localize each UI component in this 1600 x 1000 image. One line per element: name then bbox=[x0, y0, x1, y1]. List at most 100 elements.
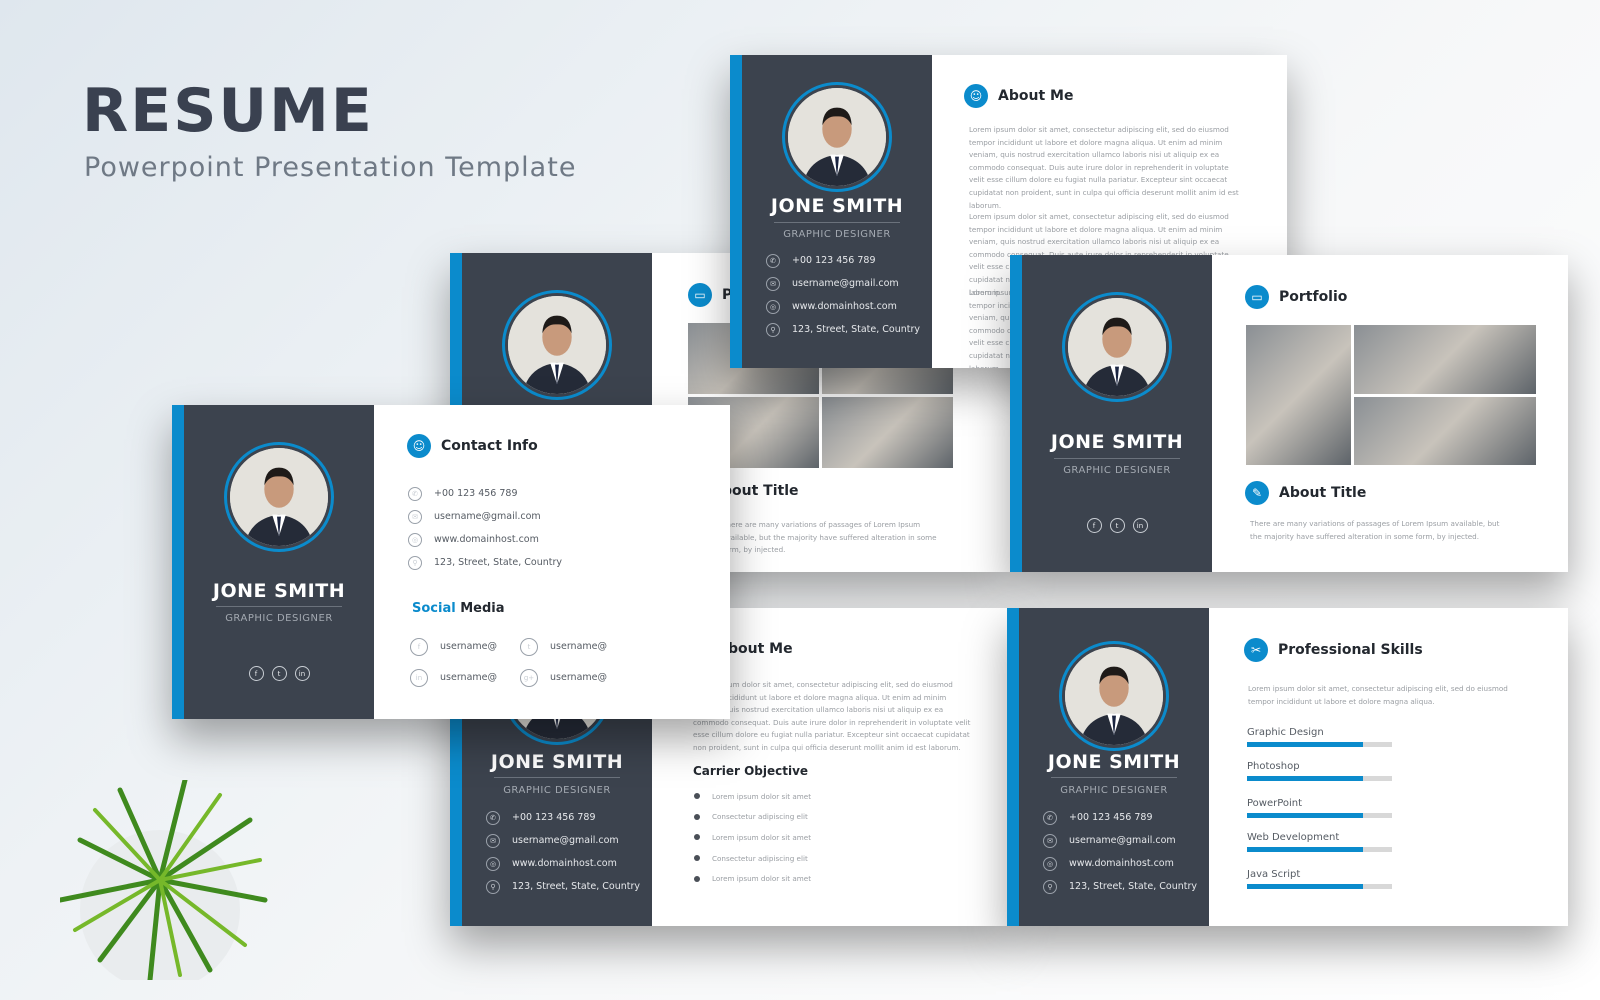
phone-text: +00 123 456 789 bbox=[434, 488, 518, 499]
skills-paragraph: Lorem ipsum dolor sit amet, consectetur … bbox=[1248, 684, 1508, 706]
skill-bar bbox=[1247, 813, 1392, 818]
linkedin-icon[interactable]: in bbox=[410, 668, 428, 687]
skill-powerpoint: PowerPoint bbox=[1247, 798, 1392, 818]
web-text: www.domainhost.com bbox=[512, 858, 617, 869]
skill-photoshop: Photoshop bbox=[1247, 761, 1392, 781]
facebook-icon[interactable]: f bbox=[410, 637, 428, 656]
tools-icon: ✂ bbox=[1244, 638, 1268, 662]
skill-graphic-design: Graphic Design bbox=[1247, 727, 1392, 747]
twitter-icon[interactable]: t bbox=[271, 666, 287, 681]
person-role: GRAPHIC DESIGNER bbox=[783, 229, 891, 240]
slide-skills[interactable]: JONE SMITH GRAPHIC DESIGNER ✆ +00 123 456… bbox=[1007, 608, 1568, 926]
sidebar: JONE SMITH GRAPHIC DESIGNER ✆ +00 123 456… bbox=[742, 55, 932, 368]
briefcase-icon: ▭ bbox=[688, 283, 712, 307]
email-text: username@gmail.com bbox=[1069, 835, 1176, 846]
social-list: f username@ t username@ in username@ g+ user… bbox=[410, 635, 722, 689]
heading-about-title: ✎ About Title bbox=[1245, 481, 1366, 505]
about-title-text: There are many variations of passages of… bbox=[722, 520, 937, 555]
briefcase-icon: ▭ bbox=[1245, 285, 1269, 309]
accent-stripe bbox=[1010, 255, 1022, 572]
user-icon: ☺ bbox=[964, 84, 988, 108]
person-name: JONE SMITH bbox=[1047, 751, 1181, 773]
social-icons: f t in bbox=[1022, 518, 1212, 533]
phone-text: +00 123 456 789 bbox=[1069, 812, 1153, 823]
accent-stripe bbox=[730, 55, 742, 368]
envelope-icon: ✉ bbox=[766, 276, 780, 291]
person-name: JONE SMITH bbox=[490, 751, 624, 773]
divider bbox=[1054, 458, 1180, 459]
about-title-text: There are many variations of passages of… bbox=[1250, 519, 1500, 541]
linkedin-icon[interactable]: in bbox=[294, 666, 310, 681]
globe-icon: ◎ bbox=[486, 856, 500, 871]
address-text: 123, Street, State, Country bbox=[434, 557, 563, 568]
objective-item: Consectetur adipiscing elit bbox=[694, 807, 811, 828]
contact-list: ✆ +00 123 456 789 ✉ username@gmail.com ◎ ww… bbox=[486, 806, 644, 898]
objective-list: Lorem ipsum dolor sit amet Consectetur a… bbox=[694, 786, 811, 889]
skill-bar-fill bbox=[1247, 742, 1363, 747]
phone-text: +00 123 456 789 bbox=[512, 812, 596, 823]
phone-icon: ✆ bbox=[408, 486, 422, 501]
accent-stripe bbox=[172, 405, 184, 719]
phone-icon: ✆ bbox=[766, 253, 780, 268]
skill-java-script: Java Script bbox=[1247, 869, 1392, 889]
map-pin-icon: ⚲ bbox=[486, 879, 500, 894]
objective-item: Lorem ipsum dolor sit amet bbox=[694, 868, 811, 889]
envelope-icon: ✉ bbox=[408, 509, 422, 524]
heading-professional-skills: ✂ Professional Skills bbox=[1244, 638, 1423, 662]
about-paragraph: Lorem ipsum dolor sit amet, consectetur … bbox=[969, 125, 1239, 210]
divider bbox=[216, 606, 342, 607]
objective-item: Consectetur adipiscing elit bbox=[694, 848, 811, 869]
sidebar: JONE SMITH GRAPHIC DESIGNER ✆ +00 123 456… bbox=[1019, 608, 1209, 926]
slide-portfolio[interactable]: JONE SMITH GRAPHIC DESIGNER f t in ▭ Portfo… bbox=[1010, 255, 1568, 572]
web-text: www.domainhost.com bbox=[1069, 858, 1174, 869]
google-plus-icon[interactable]: g+ bbox=[520, 668, 538, 687]
sidebar: JONE SMITH GRAPHIC DESIGNER f t in bbox=[184, 405, 374, 719]
plant-decoration bbox=[60, 780, 268, 980]
address-text: 123, Street, State, Country bbox=[512, 881, 641, 892]
twitter-icon[interactable]: t bbox=[520, 637, 538, 656]
phone-icon: ✆ bbox=[1043, 810, 1057, 825]
heading-social-media: Social Media bbox=[412, 601, 505, 616]
heading-about-me: bout Me bbox=[728, 641, 793, 657]
avatar bbox=[782, 82, 892, 192]
objective-item: Lorem ipsum dolor sit amet bbox=[694, 827, 811, 848]
sidebar: JONE SMITH GRAPHIC DESIGNER f t in bbox=[1022, 255, 1212, 572]
contact-list: ✆ +00 123 456 789 ✉ username@gmail.com ◎ ww… bbox=[1043, 806, 1201, 898]
skill-bar bbox=[1247, 847, 1392, 852]
person-role: GRAPHIC DESIGNER bbox=[1060, 785, 1168, 796]
profile-photo bbox=[230, 448, 328, 546]
envelope-icon: ✉ bbox=[1043, 833, 1057, 848]
profile-photo bbox=[1065, 647, 1163, 745]
avatar bbox=[502, 290, 612, 400]
twitter-icon[interactable]: t bbox=[1109, 518, 1125, 533]
linkedin-icon[interactable]: in bbox=[1132, 518, 1148, 533]
about-paragraph: Lorem ipsum dolor sit amet, consectetur … bbox=[693, 680, 971, 752]
skill-bar-fill bbox=[1247, 776, 1363, 781]
person-role: GRAPHIC DESIGNER bbox=[1063, 465, 1171, 476]
contact-list: ✆ +00 123 456 789 ✉ username@gmail.com ◎ ww… bbox=[766, 249, 924, 341]
email-text: username@gmail.com bbox=[512, 835, 619, 846]
portfolio-gallery bbox=[1246, 325, 1536, 465]
email-text: username@gmail.com bbox=[434, 511, 541, 522]
objective-item: Lorem ipsum dolor sit amet bbox=[694, 786, 811, 807]
skill-bar bbox=[1247, 742, 1392, 747]
skill-bar-fill bbox=[1247, 813, 1363, 818]
heading-contact-info: ☺ Contact Info bbox=[407, 434, 538, 458]
slide-contact-info[interactable]: JONE SMITH GRAPHIC DESIGNER f t in ☺ Contac… bbox=[172, 405, 730, 719]
skill-web-development: Web Development bbox=[1247, 832, 1392, 852]
avatar bbox=[1062, 292, 1172, 402]
web-text: www.domainhost.com bbox=[434, 534, 539, 545]
contact-list: ✆ +00 123 456 789 ✉ username@gmail.com ◎ ww… bbox=[408, 482, 722, 574]
map-pin-icon: ⚲ bbox=[408, 555, 422, 570]
facebook-icon[interactable]: f bbox=[248, 666, 264, 681]
accent-stripe bbox=[1007, 608, 1019, 926]
map-pin-icon: ⚲ bbox=[766, 322, 780, 337]
address-text: 123, Street, State, Country bbox=[792, 324, 921, 335]
skill-bar bbox=[1247, 884, 1392, 889]
heading-about-title: bout Title bbox=[722, 483, 799, 499]
globe-icon: ◎ bbox=[408, 532, 422, 547]
heading-carrier-objective: Carrier Objective bbox=[693, 764, 809, 778]
edit-icon: ✎ bbox=[1245, 481, 1269, 505]
facebook-icon[interactable]: f bbox=[1086, 518, 1102, 533]
phone-icon: ✆ bbox=[486, 810, 500, 825]
